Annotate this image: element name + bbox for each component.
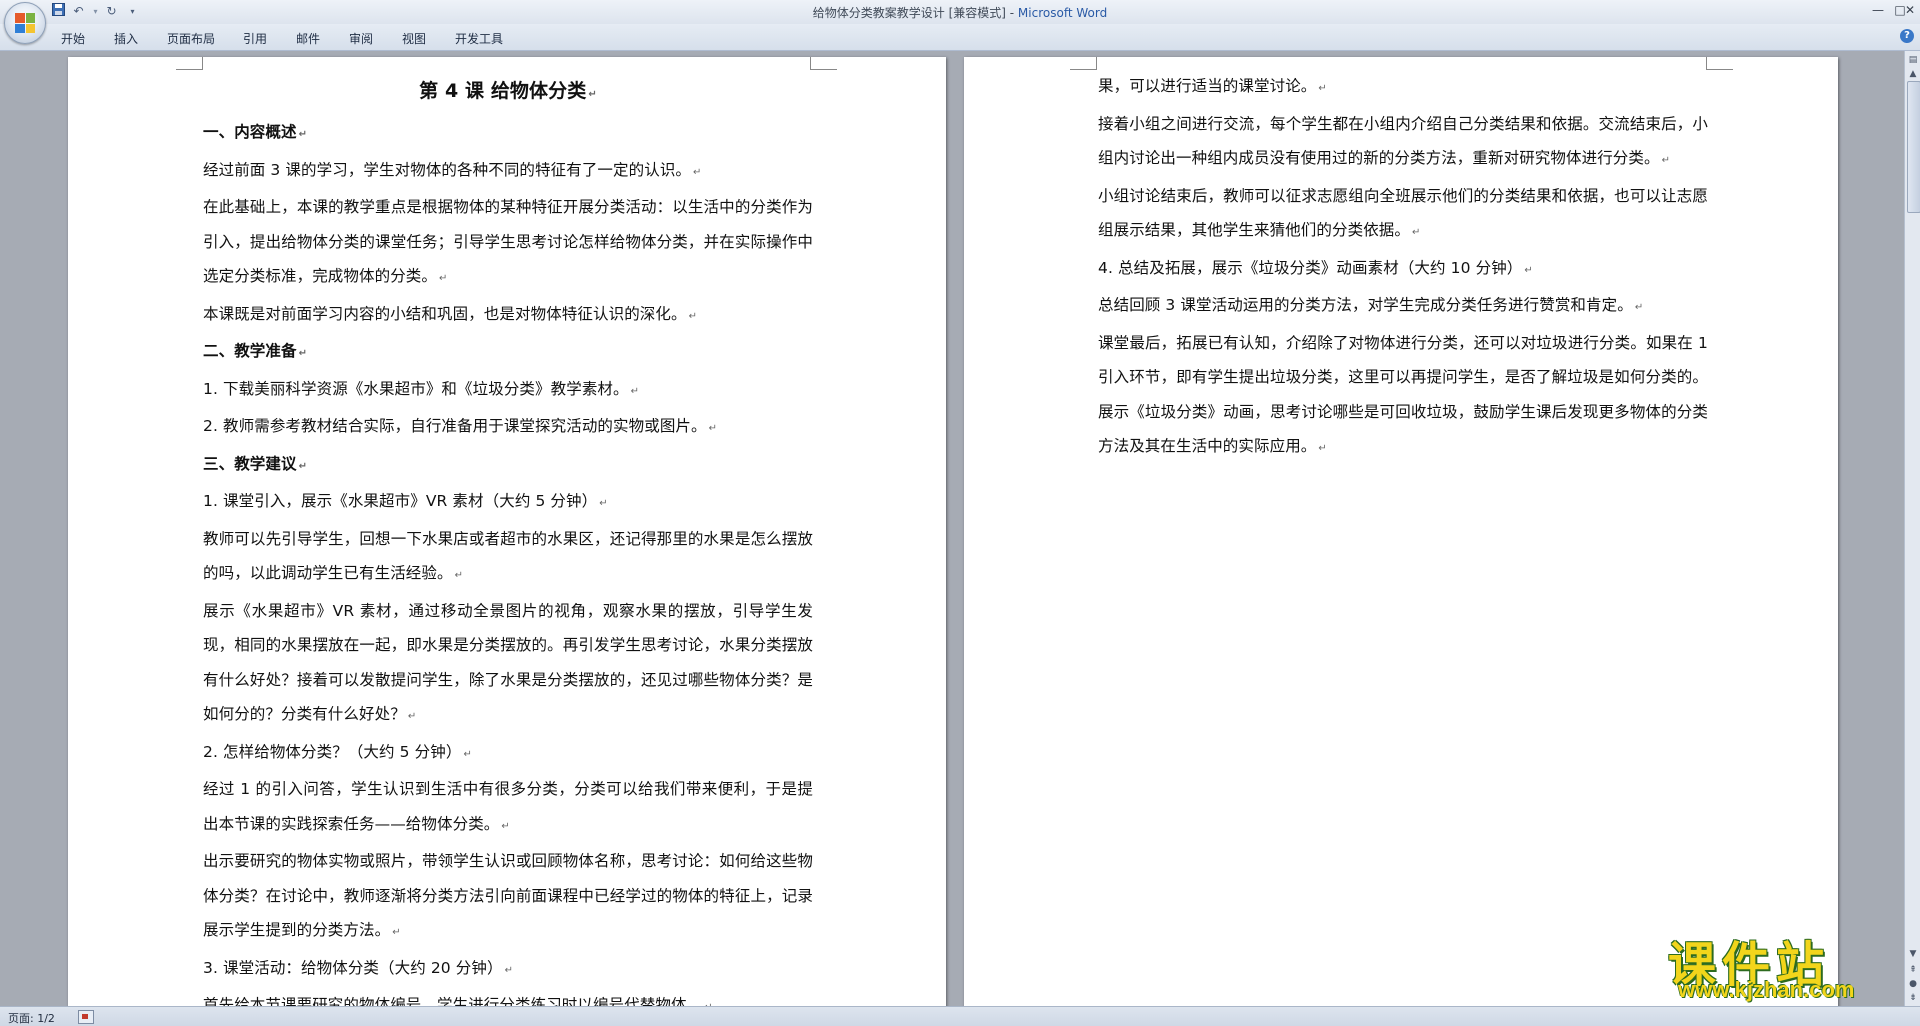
paragraph: 1. 课堂引入，展示《水果超市》VR 素材（大约 5 分钟） (203, 484, 813, 522)
next-page-icon[interactable]: ⇟ (1906, 991, 1920, 1005)
tab-review[interactable]: 审阅 (349, 30, 373, 47)
office-button[interactable] (4, 2, 46, 44)
close-button[interactable]: ✕ (1902, 2, 1918, 18)
paragraph: 果，可以进行适当的课堂讨论。 (1098, 69, 1708, 107)
paragraph: 小组讨论结束后，教师可以征求志愿组向全班展示他们的分类结果和依据，也可以让志愿组… (1098, 179, 1708, 251)
crop-mark (176, 57, 203, 70)
paragraph: 总结回顾 3 课堂活动运用的分类方法，对学生完成分类任务进行赞赏和肯定。 (1098, 288, 1708, 326)
paragraph: 首先给本节课要研究的物体编号，学生进行分类练习时以编号代替物体。 (203, 988, 813, 1006)
section-heading: 二、教学准备 (203, 334, 813, 372)
ruler-toggle-icon[interactable]: ▤ (1906, 53, 1920, 67)
paragraph: 经过 1 的引入问答，学生认识到生活中有很多分类，分类可以给我们带来便利，于是提… (203, 772, 813, 844)
crop-mark (1070, 57, 1097, 70)
browse-object-icon[interactable]: ● (1906, 977, 1920, 991)
tab-mailings[interactable]: 邮件 (296, 30, 320, 47)
scroll-down-icon[interactable]: ▼ (1906, 947, 1920, 961)
crop-mark (810, 57, 837, 70)
scroll-thumb[interactable] (1907, 81, 1920, 213)
paragraph: 3. 课堂活动：给物体分类（大约 20 分钟） (203, 951, 813, 989)
scroll-up-icon[interactable]: ▲ (1906, 67, 1920, 81)
paragraph: 1. 下载美丽科学资源《水果超市》和《垃圾分类》教学素材。 (203, 372, 813, 410)
paragraph: 接着小组之间进行交流，每个学生都在小组内介绍自己分类结果和依据。交流结束后，小组… (1098, 107, 1708, 179)
document-title: 第 4 课 给物体分类 (203, 71, 813, 115)
previous-page-icon[interactable]: ⇞ (1906, 963, 1920, 977)
tab-insert[interactable]: 插入 (114, 30, 138, 47)
section-heading: 一、内容概述 (203, 115, 813, 153)
proofing-icon[interactable] (78, 1010, 94, 1024)
vertical-scrollbar[interactable]: ▤ ▲ ▼ ⇞ ● ⇟ (1904, 51, 1920, 1006)
paragraph: 课堂最后，拓展已有认知，介绍除了对物体进行分类，还可以对垃圾进行分类。如果在 1… (1098, 326, 1708, 467)
document-area: 第 4 课 给物体分类一、内容概述经过前面 3 课的学习，学生对物体的各种不同的… (0, 51, 1904, 1006)
paragraph: 教师可以先引导学生，回想一下水果店或者超市的水果区，还记得那里的水果是怎么摆放的… (203, 522, 813, 594)
document-page-2[interactable]: 果，可以进行适当的课堂讨论。接着小组之间进行交流，每个学生都在小组内介绍自己分类… (964, 57, 1838, 1006)
help-icon[interactable]: ? (1900, 29, 1914, 43)
site-watermark: 课件站 www.kjzhan.com (1668, 925, 1900, 1005)
office-logo-icon (15, 13, 35, 33)
paragraph: 2. 教师需参考教材结合实际，自行准备用于课堂探究活动的实物或图片。 (203, 409, 813, 447)
paragraph: 在此基础上，本课的教学重点是根据物体的某种特征开展分类活动：以生活中的分类作为引… (203, 190, 813, 297)
minimize-button[interactable]: — (1866, 2, 1890, 18)
document-page-1[interactable]: 第 4 课 给物体分类一、内容概述经过前面 3 课的学习，学生对物体的各种不同的… (68, 57, 946, 1006)
crop-mark (1706, 57, 1733, 70)
paragraph: 展示《水果超市》VR 素材，通过移动全景图片的视角，观察水果的摆放，引导学生发现… (203, 594, 813, 735)
ribbon-tabs: 开始 插入 页面布局 引用 邮件 审阅 视图 开发工具 ? (0, 24, 1920, 51)
page-1-text: 第 4 课 给物体分类一、内容概述经过前面 3 课的学习，学生对物体的各种不同的… (203, 71, 813, 1006)
status-bar: 页面: 1/2 (0, 1006, 1920, 1026)
title-bar: ↶ ▾ ↻ ▾ 给物体分类教案教学设计 [兼容模式] - Microsoft W… (0, 0, 1920, 44)
paragraph: 经过前面 3 课的学习，学生对物体的各种不同的特征有了一定的认识。 (203, 153, 813, 191)
window-title: 给物体分类教案教学设计 [兼容模式] - Microsoft Word (812, 6, 1108, 20)
paragraph: 出示要研究的物体实物或照片，带领学生认识或回顾物体名称，思考讨论：如何给这些物体… (203, 844, 813, 951)
page-count-status[interactable]: 页面: 1/2 (8, 1010, 55, 1026)
tab-page-layout[interactable]: 页面布局 (167, 30, 215, 47)
section-heading: 三、教学建议 (203, 447, 813, 485)
paragraph: 2. 怎样给物体分类？（大约 5 分钟） (203, 735, 813, 773)
watermark-url: www.kjzhan.com (1678, 977, 1855, 1002)
page-2-text: 果，可以进行适当的课堂讨论。接着小组之间进行交流，每个学生都在小组内介绍自己分类… (1098, 69, 1708, 467)
tab-home[interactable]: 开始 (61, 30, 85, 47)
tab-references[interactable]: 引用 (243, 30, 267, 47)
tab-developer[interactable]: 开发工具 (455, 30, 503, 47)
paragraph: 本课既是对前面学习内容的小结和巩固，也是对物体特征认识的深化。 (203, 297, 813, 335)
tab-view[interactable]: 视图 (402, 30, 426, 47)
paragraph: 4. 总结及拓展，展示《垃圾分类》动画素材（大约 10 分钟） (1098, 251, 1708, 289)
